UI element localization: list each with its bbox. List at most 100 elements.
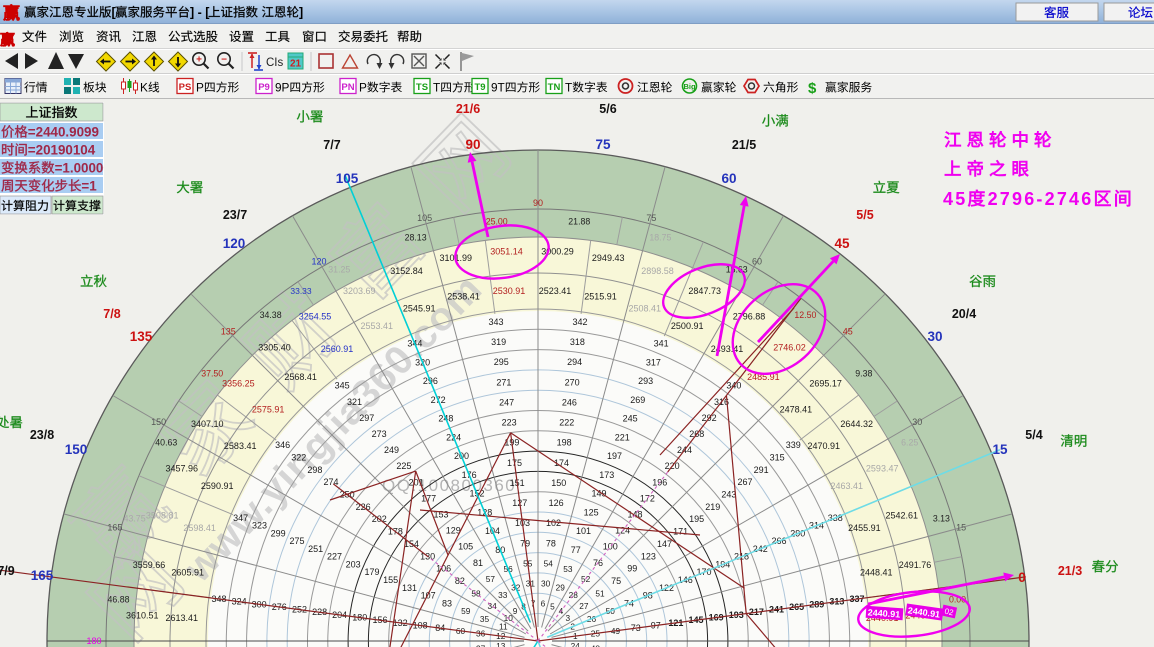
svg-text:9: 9: [513, 606, 518, 616]
svg-text:31.25: 31.25: [328, 264, 350, 274]
svg-text:294: 294: [567, 357, 582, 367]
svg-text:101: 101: [576, 526, 591, 536]
svg-text:0: 0: [1018, 570, 1026, 585]
svg-text:11: 11: [499, 622, 508, 632]
svg-text:135: 135: [221, 326, 236, 336]
svg-text:246: 246: [562, 398, 577, 408]
svg-text:] - [: ] - [: [190, 6, 210, 20]
svg-text:2847.73: 2847.73: [688, 286, 721, 296]
svg-text:5/6: 5/6: [599, 102, 616, 116]
svg-text:$: $: [808, 80, 817, 97]
svg-text:123: 123: [641, 551, 656, 561]
svg-text:150: 150: [151, 417, 166, 427]
svg-text:165: 165: [31, 568, 54, 583]
svg-text:317: 317: [646, 358, 661, 368]
svg-text:197: 197: [607, 451, 622, 461]
svg-text:60: 60: [752, 257, 762, 267]
svg-text:5/5: 5/5: [856, 208, 873, 222]
svg-text:3559.66: 3559.66: [133, 560, 166, 570]
svg-text:345: 345: [335, 381, 350, 391]
svg-text:223: 223: [502, 418, 517, 428]
svg-text:148: 148: [627, 510, 642, 520]
svg-text:155: 155: [383, 575, 398, 585]
svg-text:2949.43: 2949.43: [592, 253, 625, 263]
svg-text:T: T: [433, 81, 440, 95]
svg-text:90: 90: [533, 198, 543, 208]
svg-text:245: 245: [623, 414, 638, 424]
svg-text:135: 135: [130, 329, 153, 344]
svg-text:78: 78: [546, 538, 556, 548]
svg-text:13: 13: [496, 641, 506, 647]
svg-text:171: 171: [673, 527, 688, 537]
svg-text:3203.69: 3203.69: [343, 286, 376, 296]
svg-text:46.88: 46.88: [107, 595, 129, 605]
svg-text:102: 102: [546, 518, 561, 528]
svg-text:106: 106: [436, 564, 451, 574]
svg-text:2575.91: 2575.91: [252, 405, 285, 415]
svg-text:2545.91: 2545.91: [403, 304, 436, 314]
svg-text:3.13: 3.13: [933, 514, 950, 524]
svg-text:150: 150: [551, 478, 566, 488]
svg-text:147: 147: [657, 539, 672, 549]
svg-text:29: 29: [556, 583, 566, 593]
svg-text:7/7: 7/7: [323, 138, 340, 152]
svg-text:12.50: 12.50: [794, 310, 816, 320]
svg-text:P9: P9: [258, 82, 270, 93]
svg-text:2583.41: 2583.41: [224, 441, 257, 451]
svg-text:177: 177: [421, 493, 436, 503]
svg-text:120: 120: [311, 257, 326, 267]
svg-text:269: 269: [630, 395, 645, 405]
svg-text:5: 5: [550, 601, 555, 611]
svg-text:T: T: [565, 81, 572, 95]
svg-text:271: 271: [496, 377, 511, 387]
svg-text:2493.41: 2493.41: [711, 344, 744, 354]
svg-text:83: 83: [442, 598, 452, 608]
svg-text:203: 203: [346, 560, 361, 570]
svg-text:299: 299: [271, 528, 286, 538]
svg-text:180: 180: [86, 636, 101, 646]
svg-text:2605.91: 2605.91: [171, 568, 204, 578]
svg-text:297: 297: [359, 413, 374, 423]
svg-text:77: 77: [571, 545, 581, 555]
svg-text:75: 75: [595, 137, 611, 152]
svg-text:37: 37: [476, 644, 486, 647]
svg-text:342: 342: [572, 317, 587, 327]
svg-text:30: 30: [927, 329, 942, 344]
svg-text:−: −: [221, 55, 227, 66]
svg-text:7/8: 7/8: [103, 307, 120, 321]
svg-text:150: 150: [65, 442, 88, 457]
svg-text:270: 270: [565, 377, 580, 387]
svg-text:35: 35: [480, 614, 490, 624]
svg-text:243: 243: [721, 490, 736, 500]
svg-text:131: 131: [402, 583, 417, 593]
svg-text:21.88: 21.88: [568, 217, 590, 227]
svg-text:21: 21: [290, 59, 302, 70]
svg-text:3254.55: 3254.55: [299, 311, 332, 321]
svg-text:37.50: 37.50: [201, 369, 223, 379]
svg-text:40.63: 40.63: [155, 437, 177, 447]
svg-text:165: 165: [107, 523, 122, 533]
svg-text:15: 15: [956, 523, 966, 533]
svg-text:2463.41: 2463.41: [831, 481, 864, 491]
svg-text:21/3: 21/3: [1058, 564, 1082, 578]
svg-text:PS: PS: [179, 82, 192, 93]
svg-text:2644.32: 2644.32: [840, 419, 873, 429]
svg-text:2455.91: 2455.91: [848, 523, 881, 533]
svg-text:251: 251: [308, 544, 323, 554]
svg-text:3356.25: 3356.25: [222, 379, 255, 389]
svg-text:267: 267: [737, 477, 752, 487]
svg-text:2695.17: 2695.17: [809, 379, 842, 389]
svg-text:59: 59: [461, 606, 471, 616]
svg-text:=2440.9099: =2440.9099: [28, 125, 99, 140]
svg-text:315: 315: [770, 453, 785, 463]
svg-text:2898.58: 2898.58: [641, 266, 674, 276]
svg-text:9T: 9T: [491, 81, 505, 95]
svg-text:105: 105: [458, 542, 473, 552]
svg-text:221: 221: [615, 433, 630, 443]
svg-text:P: P: [359, 81, 367, 95]
svg-text:295: 295: [494, 357, 509, 367]
svg-text:+: +: [196, 55, 202, 66]
svg-text:3: 3: [565, 613, 570, 623]
svg-text:21/6: 21/6: [456, 102, 480, 116]
svg-text:6.25: 6.25: [901, 437, 918, 447]
